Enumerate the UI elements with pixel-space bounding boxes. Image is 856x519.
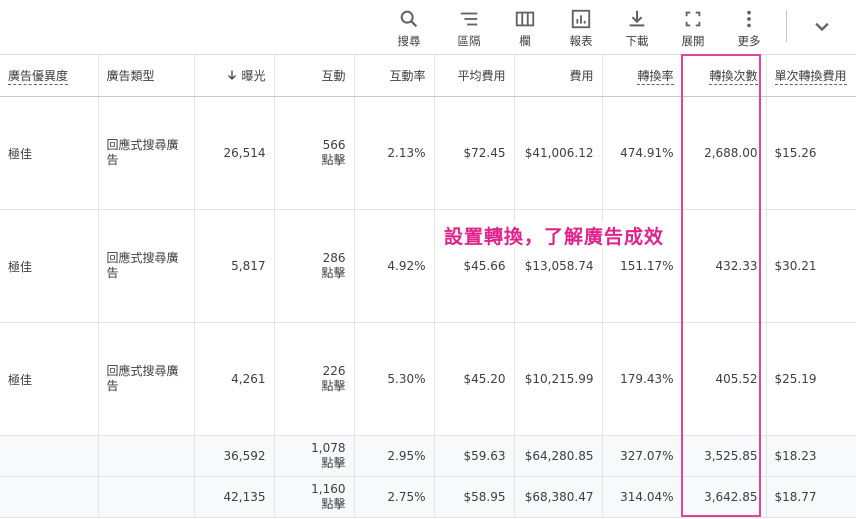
search-button-label: 搜尋: [397, 34, 421, 48]
table-row: 極佳 回應式搜尋廣告 26,514 566 點擊 2.13% $72.45 $41…: [0, 96, 856, 210]
header-cost-per-conv[interactable]: 單次轉換費用: [766, 54, 856, 97]
cell-ad-type: 回應式搜尋廣告: [98, 322, 195, 436]
header-ad-strength[interactable]: 廣告優異度: [0, 54, 99, 97]
annotation-text: 設置轉換，了解廣告成效: [444, 222, 665, 249]
header-interactions[interactable]: 互動: [274, 54, 355, 97]
header-interaction-rate[interactable]: 互動率: [354, 54, 435, 97]
chevron-down-icon: [815, 22, 829, 32]
expand-button-label: 展開: [681, 34, 705, 48]
cell-conv-rate: 474.91%: [602, 96, 683, 210]
total-cost: $64,280.85: [514, 435, 603, 477]
cell-cost: $41,006.12: [514, 96, 603, 210]
table-header-row: 廣告優異度 廣告類型 曝光 互動 互動率 平均費用 費用 轉換率 轉換次數 單次…: [0, 54, 856, 97]
download-button-label: 下載: [625, 34, 649, 48]
more-vert-icon: [747, 10, 751, 28]
total-impressions: 42,135: [194, 476, 275, 518]
more-button[interactable]: 更多: [724, 6, 774, 50]
header-conversions[interactable]: 轉換次數: [682, 54, 767, 97]
total-cost-per-conv: $18.77: [766, 476, 856, 518]
report-button-label: 報表: [569, 34, 593, 48]
expand-icon: [685, 11, 701, 27]
header-ad-type[interactable]: 廣告類型: [98, 54, 195, 97]
cell-cost-per-conv: $15.26: [766, 96, 856, 210]
cell-cost-per-conv: $25.19: [766, 322, 856, 436]
download-icon: [629, 10, 645, 27]
cell-conv-rate: 179.43%: [602, 322, 683, 436]
segment-button-label: 區隔: [457, 34, 481, 48]
cell-ad-strength: 極佳: [0, 96, 99, 210]
cell-ad-type: 回應式搜尋廣告: [98, 96, 195, 210]
cell-cost: $10,215.99: [514, 322, 603, 436]
search-button[interactable]: 搜尋: [384, 6, 434, 50]
cell-interaction-rate: 2.13%: [354, 96, 435, 210]
cell-interactions: 566 點擊: [274, 96, 355, 210]
cell-interaction-rate: 4.92%: [354, 209, 435, 323]
total-cost: $68,380.47: [514, 476, 603, 518]
total-conversions: 3,642.85: [682, 476, 767, 518]
more-button-label: 更多: [737, 34, 761, 48]
cell-avg-cost: $72.45: [434, 96, 515, 210]
search-icon: [400, 10, 418, 28]
cell-avg-cost: $45.20: [434, 322, 515, 436]
ads-table: 廣告優異度 廣告類型 曝光 互動 互動率 平均費用 費用 轉換率 轉換次數 單次…: [0, 54, 856, 518]
cell-impressions: 26,514: [194, 96, 275, 210]
columns-icon: [515, 11, 535, 27]
report-icon: [571, 9, 591, 29]
collapse-toolbar-button[interactable]: [808, 12, 836, 40]
columns-button-label: 欄: [519, 34, 531, 48]
total-cost-per-conv: $18.23: [766, 435, 856, 477]
total-conv-rate: 327.07%: [602, 435, 683, 477]
total-avg-cost: $58.95: [434, 476, 515, 518]
total-interactions: 1,078 點擊: [274, 435, 355, 477]
cell-ad-type: 回應式搜尋廣告: [98, 209, 195, 323]
sort-arrow-down-icon: [227, 70, 236, 80]
cell-conversions: 432.33: [682, 209, 767, 323]
header-conv-rate[interactable]: 轉換率: [602, 54, 683, 97]
total-avg-cost: $59.63: [434, 435, 515, 477]
cell-impressions: 5,817: [194, 209, 275, 323]
table-row: 極佳 回應式搜尋廣告 5,817 286 點擊 4.92% $45.66 $13,…: [0, 209, 856, 323]
cell-cost-per-conv: $30.21: [766, 209, 856, 323]
total-impressions: 36,592: [194, 435, 275, 477]
download-button[interactable]: 下載: [612, 6, 662, 50]
cell-interactions: 226 點擊: [274, 322, 355, 436]
cell-ad-strength: 極佳: [0, 209, 99, 323]
total-conv-rate: 314.04%: [602, 476, 683, 518]
total-conversions: 3,525.85: [682, 435, 767, 477]
total-interaction-rate: 2.75%: [354, 476, 435, 518]
cell-conversions: 2,688.00: [682, 96, 767, 210]
total-row: 36,592 1,078 點擊 2.95% $59.63 $64,280.85 3…: [0, 435, 856, 477]
columns-button[interactable]: 欄: [500, 6, 550, 50]
header-impressions[interactable]: 曝光: [194, 54, 275, 97]
total-interaction-rate: 2.95%: [354, 435, 435, 477]
toolbar-divider: [786, 10, 787, 42]
cell-impressions: 4,261: [194, 322, 275, 436]
segment-icon: [460, 12, 478, 26]
header-avg-cost[interactable]: 平均費用: [434, 54, 515, 97]
header-cost[interactable]: 費用: [514, 54, 603, 97]
expand-button[interactable]: 展開: [668, 6, 718, 50]
report-button[interactable]: 報表: [556, 6, 606, 50]
table-row: 極佳 回應式搜尋廣告 4,261 226 點擊 5.30% $45.20 $10,…: [0, 322, 856, 436]
cell-ad-strength: 極佳: [0, 322, 99, 436]
cell-interaction-rate: 5.30%: [354, 322, 435, 436]
total-interactions: 1,160 點擊: [274, 476, 355, 518]
total-row: 42,135 1,160 點擊 2.75% $58.95 $68,380.47 3…: [0, 476, 856, 518]
toolbar: 搜尋 區隔 欄 報表 下載 展開 更多: [0, 0, 856, 54]
segment-button[interactable]: 區隔: [444, 6, 494, 50]
cell-conversions: 405.52: [682, 322, 767, 436]
cell-interactions: 286 點擊: [274, 209, 355, 323]
